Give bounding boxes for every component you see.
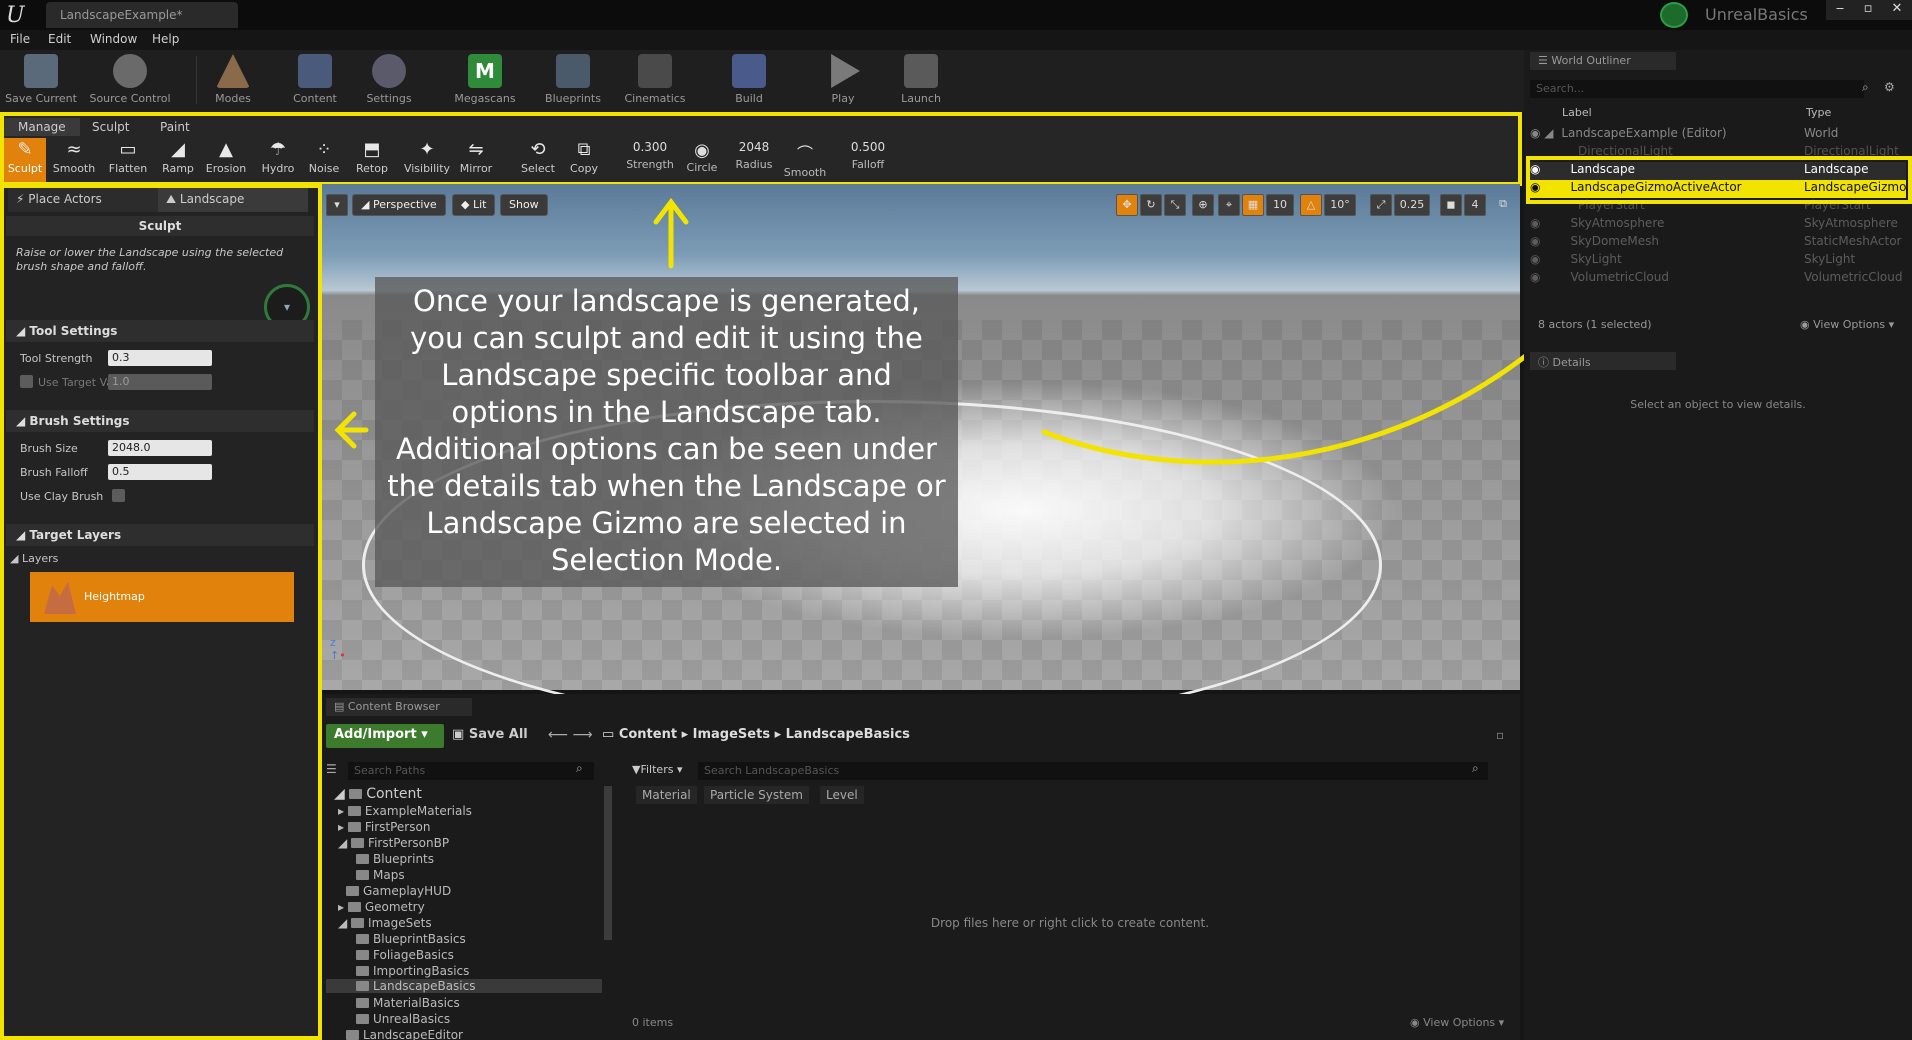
details-icon: ⓘ [1538,356,1549,369]
folder-icon [347,806,361,816]
eye-icon[interactable]: ◉ [1530,270,1540,284]
save-icon: ▣ [452,727,465,742]
tab-world-outliner[interactable]: ☰ World Outliner [1530,52,1676,70]
tree-item-content[interactable]: ◢ Content [334,786,422,802]
folder-icon [347,902,361,912]
folder-icon: ▭ [602,727,615,742]
tree-item[interactable]: UnrealBasics [356,1012,450,1026]
folder-icon [356,854,369,864]
tree-item[interactable]: ◢ ImageSets [338,916,432,930]
tree-item[interactable]: Blueprints [356,852,434,866]
folder-icon [351,918,365,928]
folder-icon [347,822,361,832]
tree-item[interactable]: ▸ Geometry [338,900,425,914]
outliner-settings-icon[interactable]: ⚙ [1884,80,1900,98]
filter-chip-material[interactable]: Material [636,786,697,804]
add-import-button[interactable]: Add/Import ▾ [326,724,444,748]
eye-icon[interactable]: ◉ [1530,216,1540,230]
lock-icon[interactable]: ▫ [1496,728,1504,742]
tree-item[interactable]: Maps [356,868,405,882]
eye-icon: ◉ [1800,318,1810,331]
folder-icon [349,789,363,799]
outliner-view-options[interactable]: ◉ View Options ▾ [1800,318,1894,331]
search-icon[interactable]: ⌕ [1862,80,1878,98]
breadcrumb-landscapebasics[interactable]: LandscapeBasics [786,727,910,742]
filter-chip-particle-system[interactable]: Particle System [704,786,809,804]
tree-item[interactable]: BlueprintBasics [356,932,466,946]
col-type[interactable]: Type [1806,106,1831,119]
tree-item-selected[interactable]: LandscapeBasics [326,979,602,993]
details-panel [1524,350,1912,1040]
filters-button[interactable]: ▼Filters ▾ [632,763,682,776]
outliner-row-world[interactable]: ◉ ◢ LandscapeExample (Editor) World [1530,126,1838,144]
outliner-row-volumetriccloud[interactable]: ◉ VolumetricCloud VolumetricCloud [1530,270,1902,288]
breadcrumb-imagesets[interactable]: ImageSets [693,727,770,742]
tab-details[interactable]: ⓘ Details [1530,352,1676,370]
up-arrow-icon [653,197,689,269]
actor-count: 8 actors (1 selected) [1538,318,1652,331]
tree-item[interactable]: ◢ FirstPersonBP [338,836,449,850]
outliner-icon: ☰ [1538,54,1548,67]
breadcrumb-content[interactable]: Content [619,727,677,742]
folder-icon [356,934,369,944]
outliner-search-input[interactable]: Search... [1530,80,1864,98]
tree-item[interactable]: LandscapeEditor [346,1028,463,1040]
folder-icon [356,998,369,1008]
tab-content-browser[interactable]: ▤ Content Browser [326,698,472,716]
left-arrow-icon [334,411,369,449]
content-browser-icon: ▤ [334,700,345,713]
item-count: 0 items [632,1016,674,1029]
eye-icon[interactable]: ◉ [1530,234,1540,248]
col-label[interactable]: Label [1562,106,1592,119]
breadcrumb: ▭ Content ▸ ImageSets ▸ LandscapeBasics [602,727,910,742]
outliner-row-skyatmosphere[interactable]: ◉ SkyAtmosphere SkyAtmosphere [1530,216,1898,234]
tree-item[interactable]: ImportingBasics [356,964,469,978]
outliner-row-skydomemesh[interactable]: ◉ SkyDomeMesh StaticMeshActor [1530,234,1901,252]
folder-icon [356,966,369,976]
folder-icon [356,870,369,880]
back-forward-icons[interactable]: ⟵ ⟶ [548,727,593,743]
cb-view-options[interactable]: ◉ View Options ▾ [1410,1016,1504,1029]
eye-icon: ◉ [1410,1016,1420,1029]
search-assets-input[interactable]: Search LandscapeBasics [698,762,1488,780]
tree-scrollbar[interactable] [604,786,612,940]
folder-icon [351,838,365,848]
sources-toggle-icon[interactable]: ☰ [326,762,346,776]
folder-icon [356,981,369,991]
folder-icon [346,1030,359,1040]
highlight-outliner-selection [1526,156,1912,204]
search-icon[interactable]: ⌕ [576,761,583,776]
tree-item[interactable]: MaterialBasics [356,996,460,1010]
folder-icon [356,1014,369,1024]
tree-item[interactable]: ▸ ExampleMaterials [338,804,472,818]
details-empty: Select an object to view details. [1630,398,1806,411]
drop-hint: Drop files here or right click to create… [930,916,1210,930]
folder-icon [346,886,359,896]
search-paths-input[interactable]: Search Paths [348,762,594,780]
tree-item[interactable]: FoliageBasics [356,948,454,962]
eye-icon[interactable]: ◉ [1530,126,1540,140]
save-all-button[interactable]: ▣ Save All [452,727,528,742]
search-icon[interactable]: ⌕ [1472,761,1479,776]
folder-icon [356,950,369,960]
filter-chip-level[interactable]: Level [820,786,864,804]
outliner-row-skylight[interactable]: ◉ SkyLight SkyLight [1530,252,1855,270]
tree-item[interactable]: ▸ FirstPerson [338,820,430,834]
eye-icon[interactable]: ◉ [1530,252,1540,266]
tree-item[interactable]: GameplayHUD [346,884,451,898]
